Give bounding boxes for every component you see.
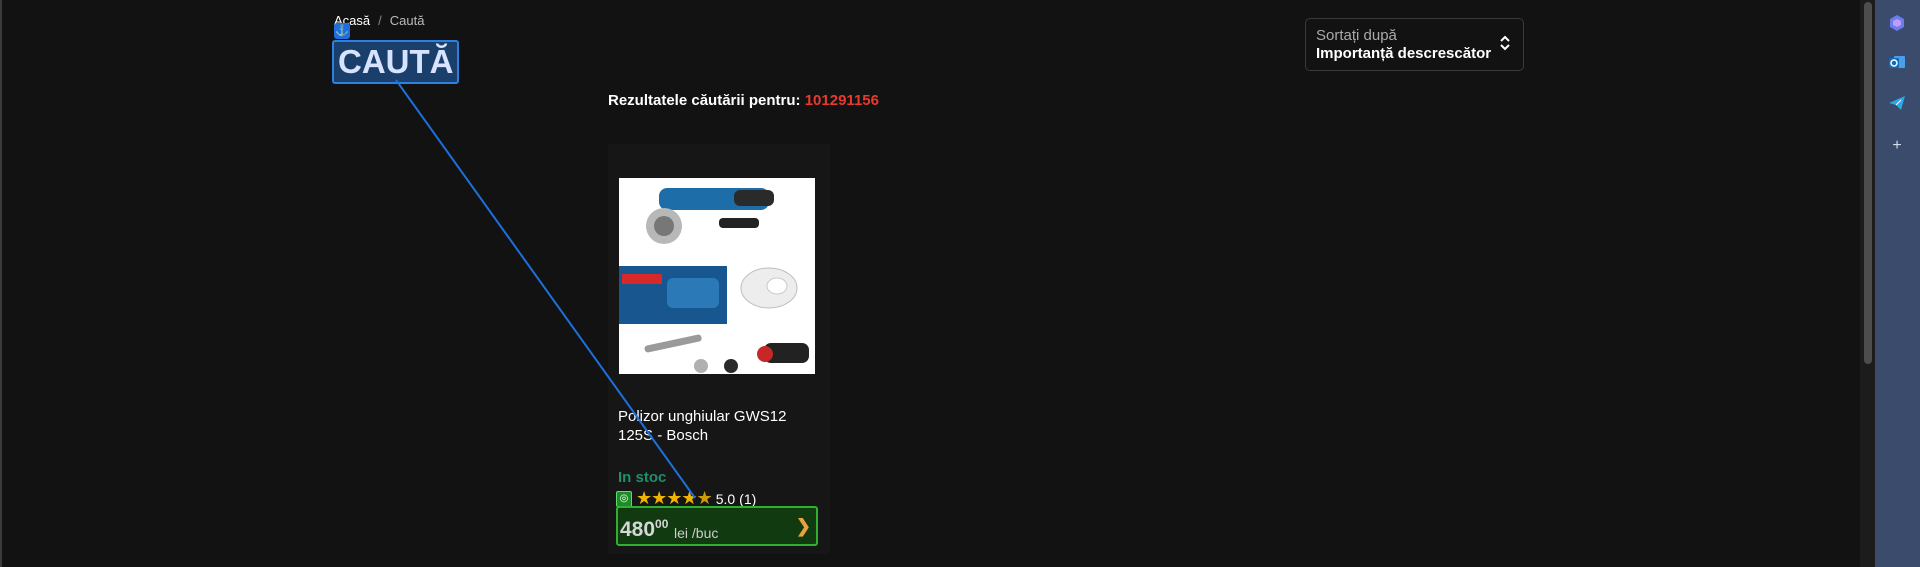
price: 48000 [620, 517, 669, 542]
sort-label: Sortați după [1316, 27, 1397, 44]
anchor-icon: ⚓ [334, 23, 350, 39]
stock-status: In stoc [618, 469, 667, 486]
breadcrumb-current: Caută [389, 13, 425, 28]
search-results-heading: Rezultatele căutării pentru: 101291156 [608, 92, 879, 109]
product-name[interactable]: Polizor unghiular GWS12 125S - Bosch [618, 407, 818, 445]
promo-icon: ◎ [616, 490, 632, 507]
price-whole: 480 [620, 518, 656, 541]
price-unit: lei /buc [674, 525, 719, 541]
results-query: 101291156 [804, 92, 879, 109]
chevron-updown-icon [1499, 34, 1511, 53]
page-title: CAUTĂ [332, 40, 460, 84]
add-to-cart-button[interactable]: 48000 lei /buc ❯ [616, 506, 818, 546]
product-image[interactable] [619, 178, 815, 374]
results-prefix: Rezultatele căutării pentru: [608, 92, 801, 109]
price-cents: 00 [655, 517, 669, 531]
sort-dropdown[interactable]: Sortați după Importanță descrescător [1305, 18, 1524, 71]
breadcrumb-separator: / [378, 13, 382, 28]
scrollbar-thumb[interactable] [1864, 2, 1872, 364]
rating-count: (1) [739, 490, 757, 507]
telegram-icon[interactable] [1887, 93, 1907, 113]
browser-side-panel: + [1875, 0, 1920, 567]
outlook-icon[interactable] [1887, 52, 1907, 72]
rating-value: 5.0 [715, 490, 736, 507]
page: Acasă / Caută CAUTĂ ⚓ Sortați după Impor… [0, 0, 1860, 567]
sort-value: Importanță descrescător [1316, 45, 1492, 62]
add-icon[interactable]: + [1887, 136, 1907, 156]
copilot-icon[interactable] [1887, 13, 1907, 33]
page-scrollbar[interactable] [1860, 0, 1875, 567]
chevron-right-icon: ❯ [795, 516, 811, 536]
